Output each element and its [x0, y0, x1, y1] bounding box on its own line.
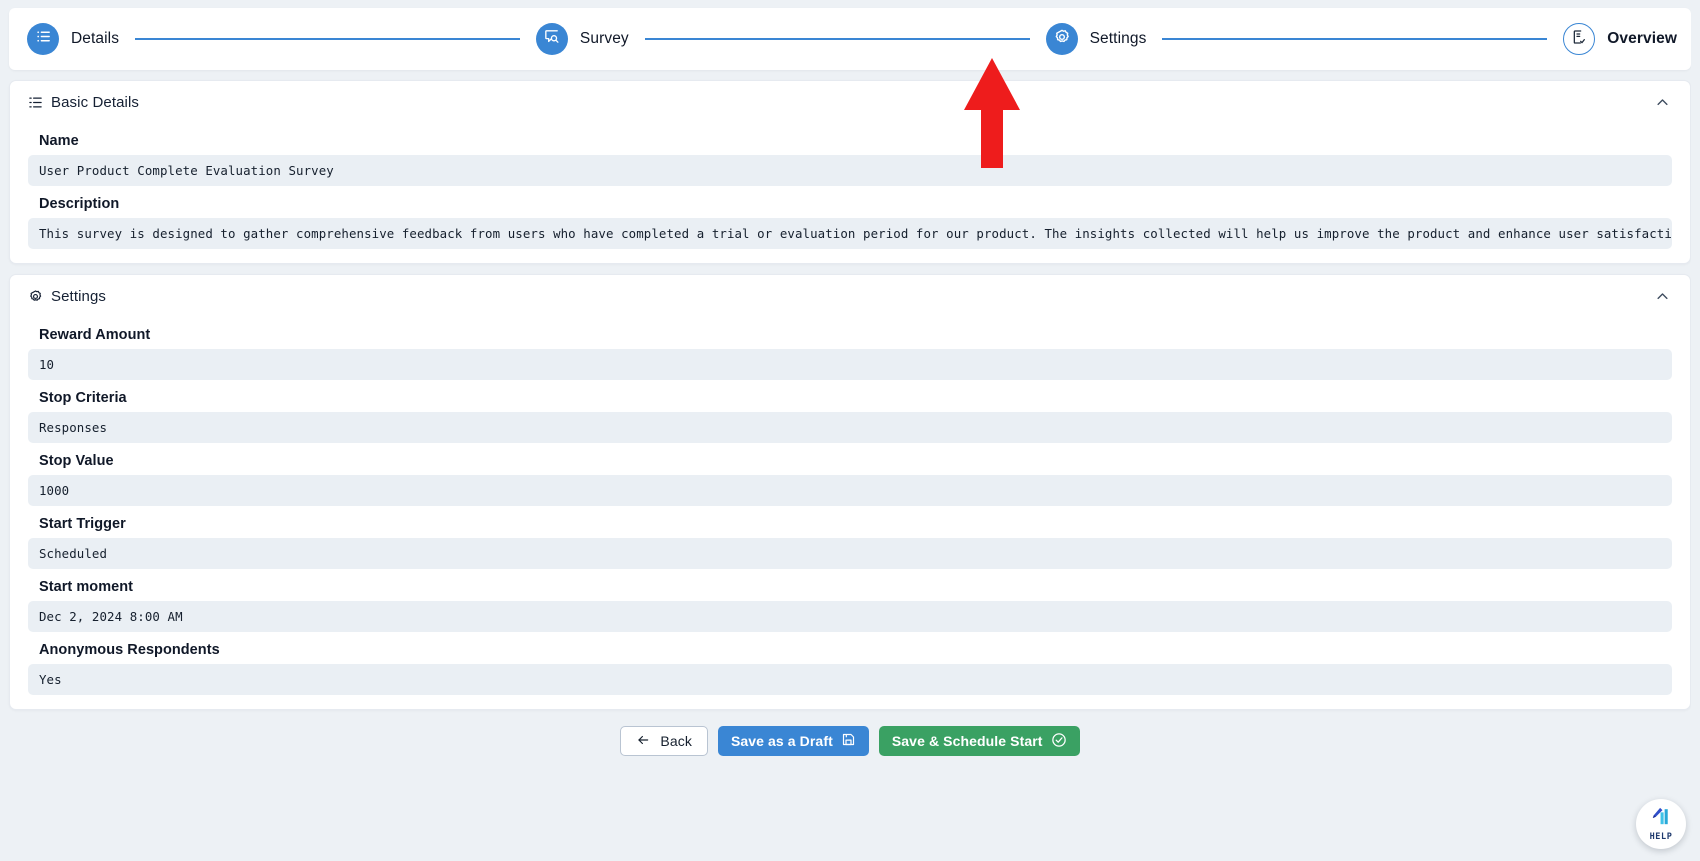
help-widget-label: HELP [1649, 832, 1673, 842]
field-stop-value: Stop Value 1000 [24, 453, 1676, 506]
stepper-connector-2 [644, 38, 1030, 40]
field-value-start-moment: Dec 2, 2024 8:00 AM [28, 601, 1672, 632]
document-check-icon [1571, 29, 1587, 50]
chevron-up-icon[interactable] [1652, 92, 1672, 112]
save-and-schedule-start-label: Save & Schedule Start [891, 733, 1043, 749]
field-start-trigger: Start Trigger Scheduled [24, 516, 1676, 569]
stepper-label-overview: Overview [1607, 30, 1677, 47]
save-as-draft-label: Save as a Draft [730, 733, 833, 749]
field-label-anonymous-respondents: Anonymous Respondents [39, 642, 220, 658]
stepper-label-settings: Settings [1089, 30, 1147, 47]
arrow-left-icon [636, 733, 650, 750]
chart-pencil-icon [1650, 806, 1672, 831]
list-icon [35, 28, 52, 50]
field-stop-criteria: Stop Criteria Responses [24, 390, 1676, 443]
field-start-moment: Start moment Dec 2, 2024 8:00 AM [24, 579, 1676, 632]
field-label-stop-criteria: Stop Criteria [39, 390, 127, 406]
stepper-step-settings[interactable]: Settings [1045, 23, 1147, 55]
field-label-reward-amount: Reward Amount [39, 327, 151, 343]
field-value-start-trigger: Scheduled [28, 538, 1672, 569]
field-label-name: Name [39, 133, 79, 149]
basic-details-title: Basic Details [51, 93, 139, 111]
field-anonymous-respondents: Anonymous Respondents Yes [24, 642, 1676, 695]
gear-icon [28, 289, 43, 304]
step-icon-circle-survey[interactable] [535, 23, 568, 55]
check-circle-icon [1051, 732, 1067, 751]
field-label-stop-value: Stop Value [39, 453, 114, 469]
field-value-stop-value: 1000 [28, 475, 1672, 506]
back-button-label: Back [660, 733, 692, 749]
settings-card: Settings Reward Amount 10 Stop Criteria … [9, 274, 1691, 710]
field-value-anonymous-respondents: Yes [28, 664, 1672, 695]
wizard-stepper: Details Survey Settings Overview [9, 8, 1691, 70]
back-button[interactable]: Back [620, 726, 708, 756]
field-value-stop-criteria: Responses [28, 412, 1672, 443]
field-description: Description This survey is designed to g… [24, 196, 1676, 249]
field-value-reward-amount: 10 [28, 349, 1672, 380]
settings-header-left: Settings [28, 288, 106, 305]
gear-icon [1053, 28, 1071, 51]
help-widget-button[interactable]: HELP [1636, 799, 1686, 849]
page-right-edge [1691, 0, 1700, 861]
field-value-description: This survey is designed to gather compre… [28, 218, 1672, 249]
field-name: Name User Product Complete Evaluation Su… [24, 133, 1676, 186]
wizard-footer: Back Save as a Draft Save & Schedule Sta… [9, 726, 1691, 756]
field-value-name: User Product Complete Evaluation Survey [28, 155, 1672, 186]
stepper-label-survey: Survey [579, 30, 629, 47]
basic-details-header[interactable]: Basic Details [24, 81, 1676, 123]
list-details-icon [28, 95, 43, 110]
basic-details-card: Basic Details Name User Product Complete… [9, 80, 1691, 264]
survey-wizard-page: Details Survey Settings Overview Basic D… [0, 0, 1700, 861]
step-icon-circle-settings[interactable] [1045, 23, 1078, 55]
step-icon-circle-overview[interactable] [1563, 23, 1596, 55]
field-label-start-trigger: Start Trigger [39, 516, 126, 532]
field-reward-amount: Reward Amount 10 [24, 327, 1676, 380]
save-as-draft-button[interactable]: Save as a Draft [717, 726, 869, 756]
floppy-disk-icon [841, 732, 856, 750]
stepper-step-survey[interactable]: Survey [535, 23, 629, 55]
stepper-label-details: Details [71, 30, 120, 47]
field-label-start-moment: Start moment [39, 579, 134, 595]
stepper-connector-3 [1162, 38, 1548, 40]
field-label-description: Description [39, 196, 120, 212]
stepper-step-overview[interactable]: Overview [1563, 23, 1677, 55]
settings-title: Settings [51, 287, 106, 305]
survey-search-icon [543, 28, 560, 50]
settings-header[interactable]: Settings [24, 275, 1676, 317]
stepper-connector-1 [135, 38, 520, 40]
stepper-step-details[interactable]: Details [27, 23, 119, 55]
chevron-up-icon[interactable] [1652, 286, 1672, 306]
basic-details-header-left: Basic Details [28, 94, 139, 111]
step-icon-circle-details[interactable] [27, 23, 59, 55]
save-and-schedule-start-button[interactable]: Save & Schedule Start [878, 726, 1080, 756]
